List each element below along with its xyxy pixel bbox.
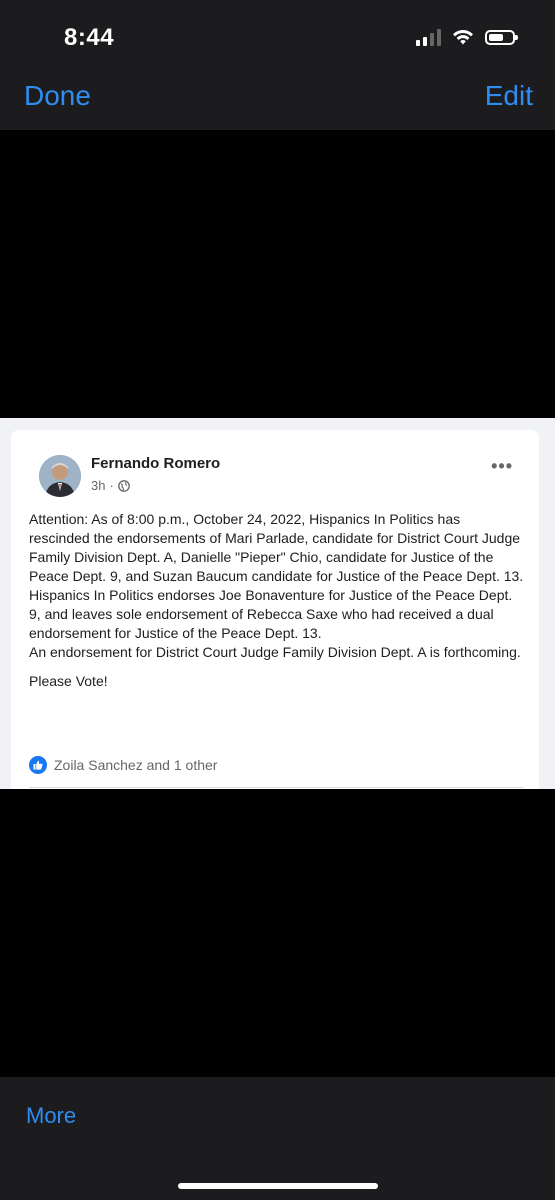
post-divider — [29, 787, 524, 788]
more-options-icon[interactable]: ••• — [491, 456, 513, 477]
like-icon — [29, 756, 47, 774]
top-nav-bar: 8:44 Done Edit — [0, 0, 555, 130]
reactions-summary[interactable]: Zoila Sanchez and 1 other — [29, 756, 217, 774]
edit-button[interactable]: Edit — [485, 80, 533, 112]
facebook-post-card: Fernando Romero 3h · ••• Attention: As o… — [11, 430, 539, 789]
author-avatar — [39, 455, 81, 497]
post-paragraph: An endorsement for District Court Judge … — [29, 644, 521, 660]
status-time: 8:44 — [64, 24, 115, 51]
done-button[interactable]: Done — [24, 80, 91, 112]
home-indicator[interactable] — [178, 1183, 378, 1189]
more-button[interactable]: More — [26, 1103, 76, 1129]
post-time[interactable]: 3h — [91, 478, 105, 493]
wifi-icon — [453, 29, 473, 45]
post-meta: 3h · — [91, 478, 130, 493]
battery-icon — [485, 29, 518, 45]
globe-icon — [117, 479, 130, 492]
post-paragraph: Hispanics In Politics endorses Joe Bonav… — [29, 587, 513, 641]
cellular-signal-icon — [416, 28, 441, 46]
reactions-text: Zoila Sanchez and 1 other — [54, 757, 218, 773]
post-body: Attention: As of 8:00 p.m., October 24, … — [29, 510, 524, 691]
post-paragraph: Attention: As of 8:00 p.m., October 24, … — [29, 511, 524, 584]
photo-viewer-image[interactable]: Fernando Romero 3h · ••• Attention: As o… — [0, 418, 555, 789]
status-icons — [416, 26, 518, 48]
meta-separator: · — [109, 478, 114, 493]
author-name[interactable]: Fernando Romero — [91, 455, 220, 472]
post-call-to-action: Please Vote! — [29, 673, 108, 689]
bottom-toolbar: More — [0, 1077, 555, 1200]
